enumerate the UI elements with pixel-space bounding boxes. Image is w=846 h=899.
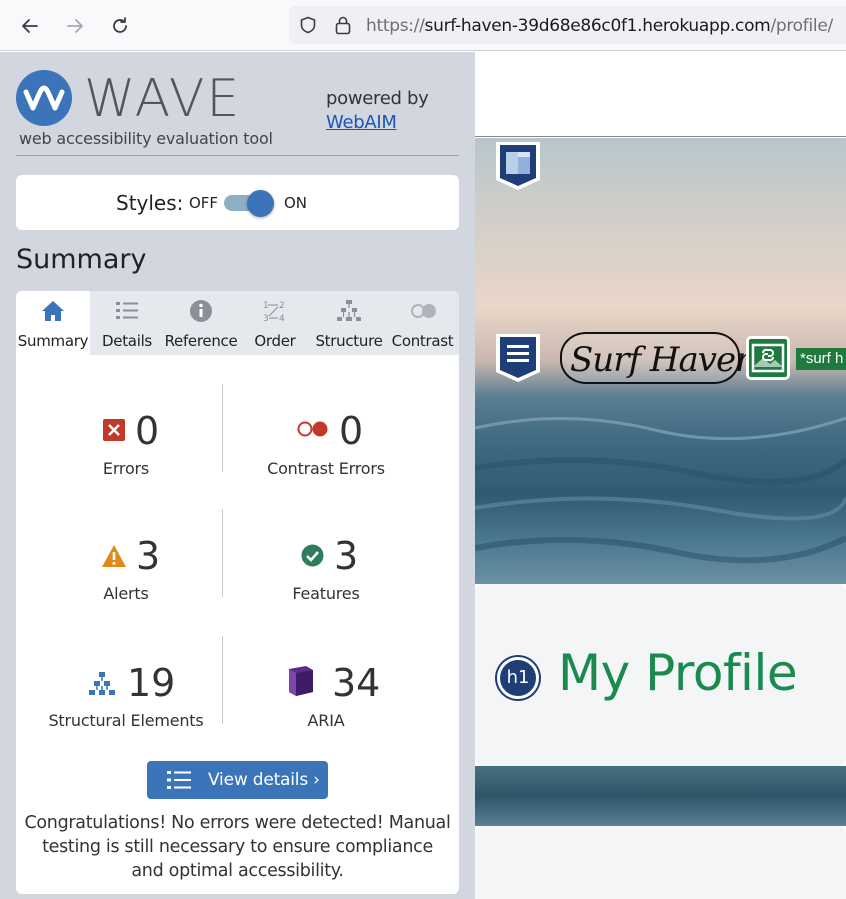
page-heading: My Profile bbox=[558, 644, 798, 702]
styles-toggle-box: Styles: OFF ON bbox=[16, 175, 459, 230]
summary-heading: Summary bbox=[16, 244, 147, 275]
summary-panel: Summary Details Reference 1234 Order Str… bbox=[16, 291, 459, 894]
tab-label: Structure bbox=[315, 332, 383, 350]
browser-toolbar: https://surf-haven-39d68e86c0f1.herokuap… bbox=[0, 0, 846, 51]
url-host: surf-haven-39d68e86c0f1.herokuapp.com bbox=[424, 16, 771, 36]
reload-icon bbox=[113, 17, 127, 33]
view-details-label: View details › bbox=[208, 770, 320, 790]
tab-label: Order bbox=[254, 332, 296, 350]
home-icon bbox=[42, 301, 64, 321]
styles-toggle-knob[interactable] bbox=[247, 190, 274, 217]
preview-header-strip bbox=[475, 52, 846, 137]
list-icon bbox=[167, 771, 191, 789]
back-button[interactable] bbox=[15, 11, 45, 41]
tab-contrast[interactable]: Contrast bbox=[386, 291, 459, 355]
svg-text:1: 1 bbox=[263, 301, 269, 311]
alerts-count: 3 bbox=[136, 534, 161, 578]
errors-label: Errors bbox=[102, 459, 150, 478]
url-path: /profile/ bbox=[770, 16, 833, 36]
alert-icon bbox=[102, 545, 126, 567]
reload-button[interactable] bbox=[105, 11, 135, 41]
header-divider bbox=[16, 155, 459, 156]
alt-text-label: *surf h bbox=[796, 348, 846, 370]
forward-button[interactable] bbox=[60, 11, 90, 41]
alerts-label: Alerts bbox=[103, 584, 149, 603]
aria-region-icon[interactable] bbox=[493, 140, 543, 192]
heading-level-icon[interactable]: h1 bbox=[497, 657, 539, 699]
errors-count: 0 bbox=[135, 409, 160, 453]
linked-image-icon[interactable] bbox=[746, 336, 790, 380]
tab-order[interactable]: 12 3 4 Order bbox=[238, 291, 312, 355]
tab-label: Reference bbox=[164, 332, 238, 350]
tab-label: Contrast bbox=[391, 332, 454, 350]
url-scheme: https:// bbox=[366, 16, 425, 36]
powered-by-text: powered by bbox=[326, 88, 429, 109]
contrast-icon bbox=[410, 304, 436, 318]
features-count: 3 bbox=[334, 534, 359, 578]
feature-check-icon bbox=[301, 544, 324, 567]
aria-label: ARIA bbox=[307, 711, 345, 730]
error-icon bbox=[103, 419, 125, 441]
contrast-errors-label: Contrast Errors bbox=[267, 459, 385, 478]
tab-label: Summary bbox=[17, 332, 89, 350]
aria-count: 34 bbox=[332, 661, 381, 705]
styles-label: Styles: bbox=[116, 191, 184, 215]
info-icon bbox=[190, 300, 212, 322]
svg-text:2: 2 bbox=[279, 301, 285, 311]
back-arrow-icon bbox=[22, 19, 38, 33]
tab-reference[interactable]: Reference bbox=[164, 291, 238, 355]
stat-divider bbox=[222, 384, 223, 472]
tab-structure[interactable]: Structure bbox=[312, 291, 386, 355]
content-card bbox=[475, 826, 846, 899]
lock-icon[interactable] bbox=[334, 15, 352, 35]
aria-navigation-icon[interactable] bbox=[493, 332, 543, 384]
wave-tagline: web accessibility evaluation tool bbox=[19, 129, 273, 148]
wave-title: WAVE bbox=[84, 69, 242, 129]
tab-bar: Summary Details Reference 12 3 4 Order Str… bbox=[16, 291, 459, 355]
shield-icon[interactable] bbox=[299, 16, 317, 34]
wave-logo-icon bbox=[16, 70, 72, 126]
url-text: https://surf-haven-39d68e86c0f1.herokuap… bbox=[366, 16, 833, 36]
structural-elements-count: 19 bbox=[127, 661, 176, 705]
surf-haven-logo[interactable]: Surf Haven bbox=[560, 332, 757, 384]
toggle-on-label: ON bbox=[284, 194, 308, 212]
webaim-link[interactable]: WebAIM bbox=[326, 112, 397, 133]
tab-label: Details bbox=[102, 332, 152, 350]
stat-divider bbox=[222, 636, 223, 724]
structure-icon bbox=[337, 300, 361, 321]
page-preview: Surf Haven *surf h h1 My Profile bbox=[475, 52, 846, 899]
address-bar[interactable]: https://surf-haven-39d68e86c0f1.herokuap… bbox=[289, 6, 846, 44]
toggle-off-label: OFF bbox=[189, 194, 219, 212]
congratulations-message: Congratulations! No errors were detected… bbox=[24, 813, 451, 881]
aria-cube-icon bbox=[289, 666, 313, 696]
list-icon bbox=[116, 302, 138, 319]
svg-text:3: 3 bbox=[263, 314, 269, 323]
structure-icon bbox=[89, 672, 115, 695]
tab-details[interactable]: Details bbox=[90, 291, 164, 355]
contrast-errors-count: 0 bbox=[339, 409, 364, 453]
features-label: Features bbox=[292, 584, 360, 603]
contrast-error-icon bbox=[297, 421, 328, 437]
view-details-button[interactable]: View details › bbox=[147, 761, 328, 799]
tab-summary[interactable]: Summary bbox=[16, 291, 90, 355]
svg-text:4: 4 bbox=[279, 314, 285, 323]
stat-divider bbox=[222, 509, 223, 597]
forward-arrow-icon bbox=[67, 19, 83, 33]
structural-elements-label: Structural Elements bbox=[48, 711, 204, 730]
background-image-strip bbox=[475, 766, 846, 826]
surf-haven-logo-text: Surf Haven bbox=[570, 340, 757, 380]
order-icon: 1 2 3 4 bbox=[263, 301, 285, 323]
wave-sidebar: WAVE web accessibility evaluation tool p… bbox=[0, 52, 475, 899]
